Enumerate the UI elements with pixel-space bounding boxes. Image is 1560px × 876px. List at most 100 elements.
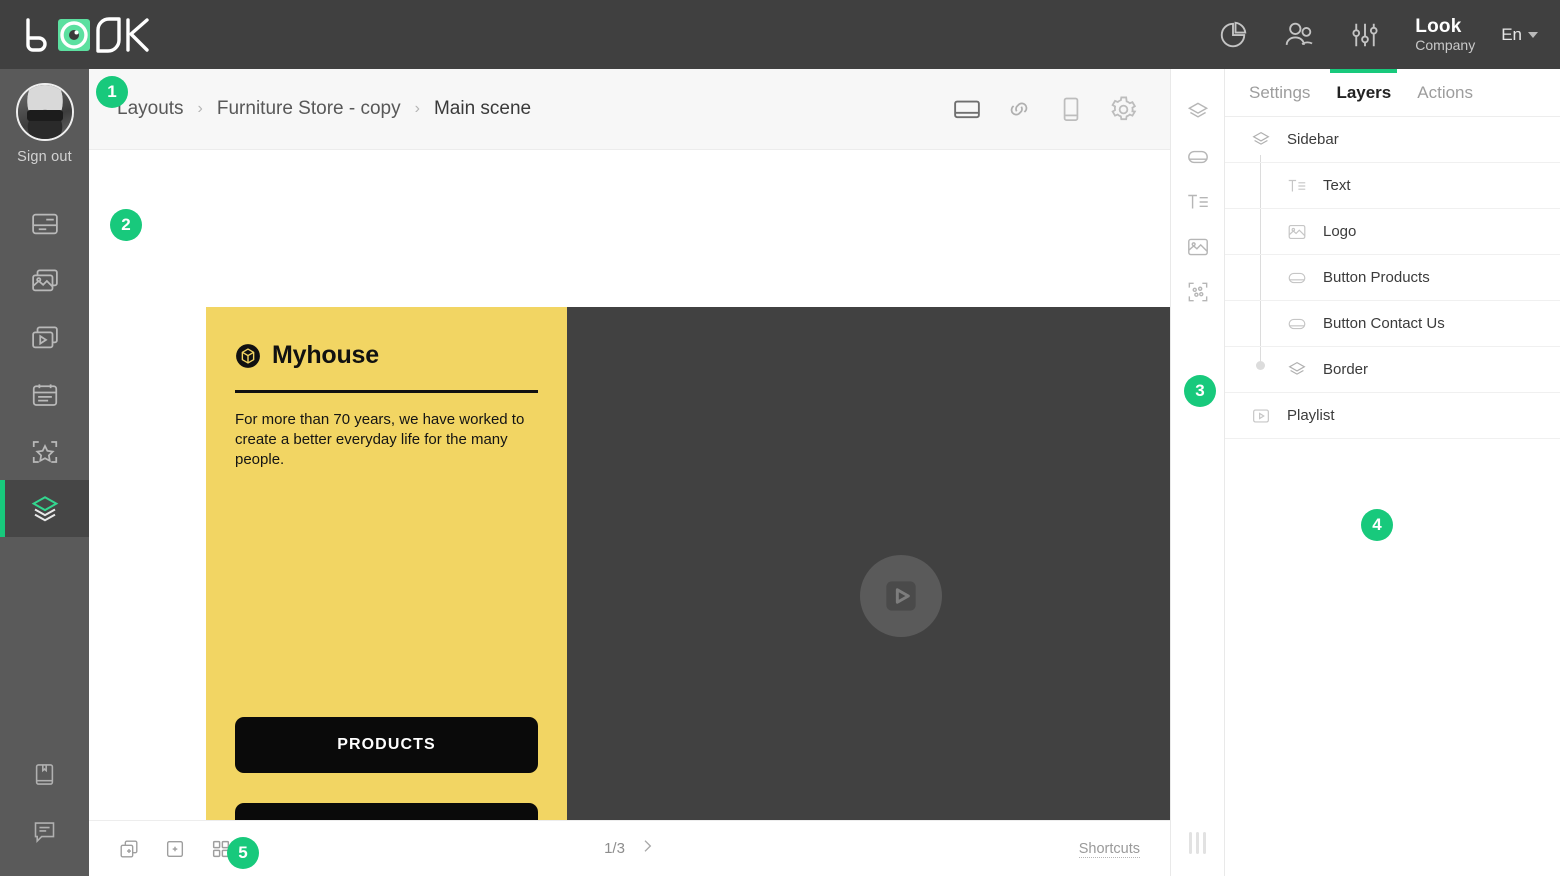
panel-drag-handle[interactable] <box>1189 832 1206 854</box>
sidebar-item-images[interactable] <box>0 252 89 309</box>
manual-icon[interactable] <box>0 746 89 803</box>
layer-label: Button Products <box>1323 269 1430 286</box>
breadcrumb-separator: › <box>198 100 203 118</box>
app-body: Sign out <box>0 69 1560 876</box>
app-root: Look Company En Sign out <box>0 0 1560 876</box>
playlist-icon <box>1247 405 1275 427</box>
tab-settings[interactable]: Settings <box>1249 69 1310 117</box>
marker-3: 3 <box>1184 375 1216 407</box>
add-scene-icon[interactable] <box>161 835 189 863</box>
marker-number: 4 <box>1372 515 1381 535</box>
breadcrumb-bar: Layouts › Furniture Store - copy › Main … <box>89 69 1170 150</box>
layout-toolbar <box>950 92 1140 126</box>
layer-label: Button Contact Us <box>1323 315 1445 332</box>
layout-portrait-icon[interactable] <box>1054 92 1088 126</box>
analytics-icon[interactable] <box>1213 15 1253 55</box>
gear-icon[interactable] <box>1106 92 1140 126</box>
top-header: Look Company En <box>0 0 1560 69</box>
canvas-logo[interactable]: Myhouse <box>235 341 538 370</box>
feedback-icon[interactable] <box>0 803 89 860</box>
left-sidebar: Sign out <box>0 69 89 876</box>
marker-2: 2 <box>110 209 142 241</box>
shortcuts-wrap: Shortcuts <box>1079 840 1140 858</box>
canvas-logo-text: Myhouse <box>272 341 379 370</box>
marker-5: 5 <box>227 837 259 869</box>
scene-canvas[interactable]: Myhouse For more than 70 years, we have … <box>206 307 1234 876</box>
avatar[interactable] <box>16 83 74 141</box>
layout-landscape-icon[interactable] <box>950 92 984 126</box>
play-placeholder-icon <box>860 555 942 637</box>
right-panel-tabs: Settings Layers Actions <box>1225 69 1560 117</box>
layer-row-border[interactable]: Border <box>1225 347 1560 393</box>
language-selector[interactable]: En <box>1501 25 1538 45</box>
drag-bar <box>1203 832 1206 854</box>
tab-layers[interactable]: Layers <box>1336 69 1391 117</box>
tool-layers-icon[interactable] <box>1171 89 1225 134</box>
marker-number: 1 <box>107 82 116 102</box>
button-icon <box>1283 267 1311 289</box>
marker-1: 1 <box>96 76 128 108</box>
users-icon[interactable] <box>1279 15 1319 55</box>
sidebar-item-playlists[interactable] <box>0 309 89 366</box>
layer-row-text[interactable]: Text <box>1225 163 1560 209</box>
breadcrumb-item-layout[interactable]: Furniture Store - copy <box>217 98 401 120</box>
sign-out-button[interactable]: Sign out <box>17 149 72 165</box>
layer-row-button-contact-us[interactable]: Button Contact Us <box>1225 301 1560 347</box>
brand-block[interactable]: Look Company <box>1415 16 1475 54</box>
tool-text-icon[interactable] <box>1171 179 1225 224</box>
layers-icon <box>1247 129 1275 151</box>
sidebar-item-schedule[interactable] <box>0 366 89 423</box>
text-icon <box>1283 175 1311 197</box>
center-area: Layouts › Furniture Store - copy › Main … <box>89 69 1170 876</box>
tool-widget-icon[interactable] <box>1171 269 1225 314</box>
layer-row-button-products[interactable]: Button Products <box>1225 255 1560 301</box>
marker-number: 5 <box>238 843 247 863</box>
marker-number: 3 <box>1195 381 1204 401</box>
image-icon <box>1283 221 1311 243</box>
layer-row-playlist[interactable]: Playlist <box>1225 393 1560 439</box>
layer-row-logo[interactable]: Logo <box>1225 209 1560 255</box>
brand-sub: Company <box>1415 37 1475 53</box>
page-indicator: 1/3 <box>604 840 625 857</box>
next-scene-icon[interactable] <box>639 838 655 859</box>
layer-label: Playlist <box>1287 407 1335 424</box>
language-label: En <box>1501 25 1522 45</box>
breadcrumb-separator: › <box>415 100 420 118</box>
breadcrumb: Layouts › Furniture Store - copy › Main … <box>117 98 531 120</box>
right-panel: Settings Layers Actions Sidebar <box>1224 69 1560 876</box>
layers-list: Sidebar Text <box>1225 117 1560 876</box>
layer-label: Border <box>1323 361 1368 378</box>
tool-image-icon[interactable] <box>1171 224 1225 269</box>
sidebar-item-apps[interactable] <box>0 423 89 480</box>
shortcuts-link[interactable]: Shortcuts <box>1079 841 1140 858</box>
look-logo[interactable] <box>22 13 154 57</box>
cube-icon <box>235 343 261 369</box>
link-icon[interactable] <box>1002 92 1036 126</box>
layer-label: Text <box>1323 177 1351 194</box>
scene-tools <box>115 835 235 863</box>
tool-button-icon[interactable] <box>1171 134 1225 179</box>
canvas-layer-playlist[interactable] <box>567 307 1234 876</box>
canvas-button-products[interactable]: PRODUCTS <box>235 717 538 773</box>
drag-bar <box>1196 832 1199 854</box>
sliders-icon[interactable] <box>1345 15 1385 55</box>
tool-rail <box>1170 69 1224 876</box>
canvas-layer-sidebar[interactable]: Myhouse For more than 70 years, we have … <box>206 307 567 876</box>
marker-4: 4 <box>1361 509 1393 541</box>
left-sidebar-bottom <box>0 746 89 876</box>
brand-name: Look <box>1415 16 1475 38</box>
tab-actions[interactable]: Actions <box>1417 69 1473 117</box>
breadcrumb-item-scene[interactable]: Main scene <box>434 98 531 120</box>
header-actions: Look Company En <box>1213 15 1538 55</box>
sidebar-item-layers[interactable] <box>0 480 89 537</box>
layers-icon <box>1283 359 1311 381</box>
layer-label: Sidebar <box>1287 131 1339 148</box>
canvas-layer-border <box>235 390 538 393</box>
chevron-down-icon <box>1528 32 1538 38</box>
layer-label: Logo <box>1323 223 1356 240</box>
button-icon <box>1283 313 1311 335</box>
duplicate-scene-icon[interactable] <box>115 835 143 863</box>
layer-row-sidebar[interactable]: Sidebar <box>1225 117 1560 163</box>
breadcrumb-item-layouts[interactable]: Layouts <box>117 98 184 120</box>
sidebar-item-layouts[interactable] <box>0 195 89 252</box>
